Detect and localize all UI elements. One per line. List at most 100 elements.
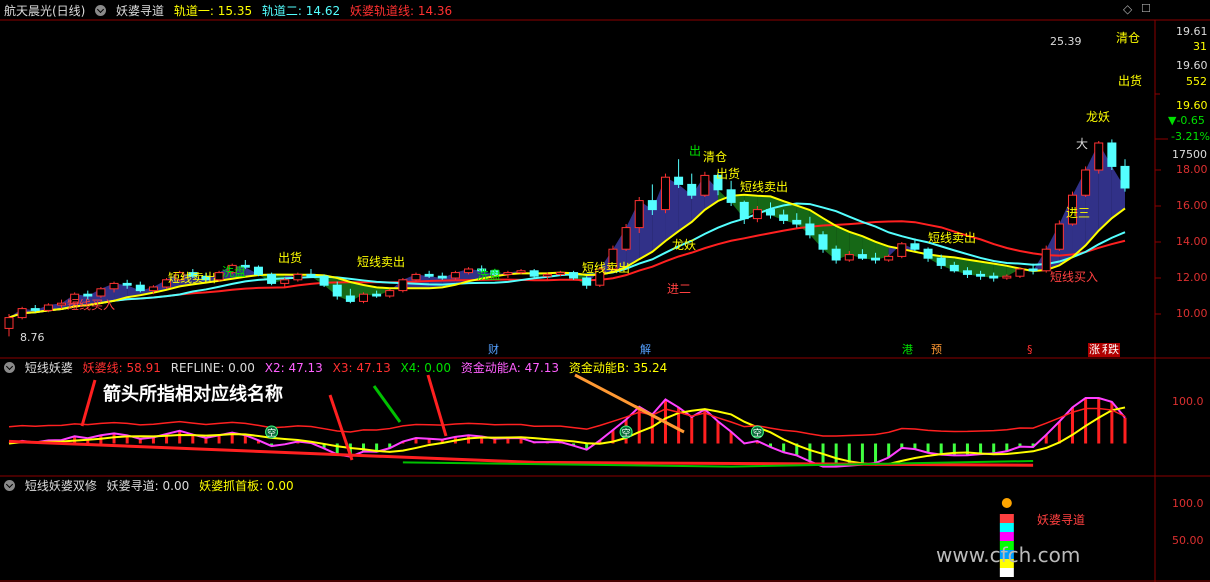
qingcang-top-label: 清仓	[1116, 31, 1141, 45]
sub1-tick-100: 100.0	[1172, 395, 1204, 408]
low-price-label: 8.76	[20, 331, 45, 344]
candle-body	[17, 308, 27, 319]
candle-body	[542, 273, 552, 277]
sub1-l6: 资金动能A: 47.13	[460, 361, 560, 375]
candle-body	[844, 254, 854, 261]
candle-body	[660, 176, 670, 211]
badge-yu[interactable]: 预	[929, 343, 944, 357]
da-label: 大	[1076, 137, 1089, 151]
duanxian-mc2-label: 短线卖出	[582, 261, 631, 275]
candle-body	[1002, 275, 1012, 279]
candle-body	[634, 200, 644, 229]
xipan2-label: 洗盘	[477, 268, 502, 282]
candle-body	[109, 282, 119, 290]
x2-line	[8, 397, 1126, 468]
track1-line	[8, 193, 1126, 319]
candle-body	[306, 273, 316, 277]
sub2-name: 短线妖婆双修	[24, 479, 97, 493]
candle-body	[569, 272, 579, 279]
candle-body	[976, 273, 986, 277]
sub2-toggle-icon[interactable]	[4, 480, 15, 491]
candle-body	[1094, 142, 1104, 171]
sub1-name: 短线妖婆	[24, 361, 73, 375]
candle-body	[1081, 169, 1091, 196]
sub1-l1: 妖婆线: 58.91	[82, 361, 161, 375]
badge-zhang[interactable]: 涨	[1088, 343, 1101, 357]
candle-body	[884, 255, 894, 261]
candle-body	[766, 209, 776, 216]
sub2-l2: 妖婆抓首板: 0.00	[199, 479, 294, 493]
candle-body	[293, 273, 303, 281]
badge-die[interactable]: 跌	[1107, 343, 1120, 357]
badge-cai[interactable]: 财	[486, 343, 501, 357]
candle-body	[897, 243, 907, 257]
candle-body	[910, 243, 920, 250]
quote-last: 19.60	[1176, 99, 1208, 112]
candle-body	[122, 282, 132, 286]
peach-icon	[1001, 498, 1012, 508]
duanxian-mr2-label: 短线买入	[1050, 270, 1099, 284]
arrow-x3	[328, 394, 354, 461]
candle-body	[148, 286, 158, 292]
jin3-label: 进三	[1066, 206, 1091, 220]
stock-chart-window: 航天晨光(日线) 妖婆寻道 轨道一: 15.35 轨道二: 14.62 妖婆轨道…	[0, 0, 1210, 582]
candle-body	[280, 279, 290, 284]
duanxian-mr1-label: 短线买入	[67, 298, 116, 312]
candle-body	[253, 266, 263, 275]
tower-segment	[999, 568, 1014, 577]
candle-body	[411, 273, 421, 281]
kong-marker-text: 空	[753, 427, 762, 439]
chuhuo-left-label: 出货	[278, 251, 303, 265]
candle-body	[647, 200, 657, 211]
candle-body	[962, 270, 972, 275]
arrow-x4	[372, 385, 402, 423]
sub2-tick-100: 100.0	[1172, 497, 1204, 510]
badge-jie[interactable]: 解	[638, 343, 653, 357]
candle-body	[358, 293, 368, 302]
candle-body	[529, 270, 539, 277]
longyao-top-label: 龙妖	[1086, 110, 1111, 124]
candle-body	[1028, 268, 1038, 272]
candle-body	[345, 295, 355, 302]
candle-body	[936, 257, 946, 266]
candle-body	[267, 273, 277, 284]
sub1-l3: X2: 47.13	[264, 361, 323, 375]
candle-body	[674, 176, 684, 185]
candle-body	[857, 254, 867, 259]
candle-body	[792, 219, 802, 225]
quote-high: 19.61	[1176, 25, 1208, 38]
tower-segment	[999, 532, 1014, 541]
high-price-label: 25.39	[1050, 35, 1082, 48]
candle-body	[450, 272, 460, 279]
candle-body	[1107, 142, 1117, 167]
sub1-l5: X4: 0.00	[400, 361, 451, 375]
duanxian-mc4-label: 短线卖出	[928, 231, 977, 245]
candle-body	[805, 223, 815, 236]
badge-gang[interactable]: 港	[900, 343, 915, 357]
candle-body	[319, 275, 329, 286]
candle-body	[582, 277, 592, 286]
sub2-label: 妖婆寻道	[1037, 513, 1086, 527]
candle-body	[135, 284, 145, 292]
sub1-header: 短线妖婆 妖婆线: 58.91 REFLINE: 0.00 X2: 47.13 …	[4, 360, 673, 376]
candle-body	[1120, 165, 1130, 189]
candle-body	[739, 201, 749, 220]
candle-body	[1054, 223, 1064, 250]
qingcang-mid-label: 清仓	[703, 150, 728, 164]
candle-body	[96, 288, 106, 297]
candle-body	[752, 209, 762, 220]
candle-body	[385, 290, 395, 297]
candle-body	[372, 293, 382, 297]
watermark: www.cfch.com	[936, 543, 1081, 567]
candle-body	[43, 304, 53, 311]
sub1-toggle-icon[interactable]	[4, 362, 15, 373]
price-tick-12: 12.00	[1176, 271, 1208, 284]
price-tick-18: 18.00	[1176, 163, 1208, 176]
candle-body	[923, 248, 933, 259]
quote-pct: -3.21%	[1171, 130, 1210, 143]
badge-dollar[interactable]: §	[1025, 343, 1035, 357]
sub2-header: 短线妖婆双修 妖婆寻道: 0.00 妖婆抓首板: 0.00	[4, 478, 300, 494]
candle-body	[871, 257, 881, 261]
tower-segment	[999, 523, 1014, 532]
sub2-l1: 妖婆寻道: 0.00	[106, 479, 190, 493]
